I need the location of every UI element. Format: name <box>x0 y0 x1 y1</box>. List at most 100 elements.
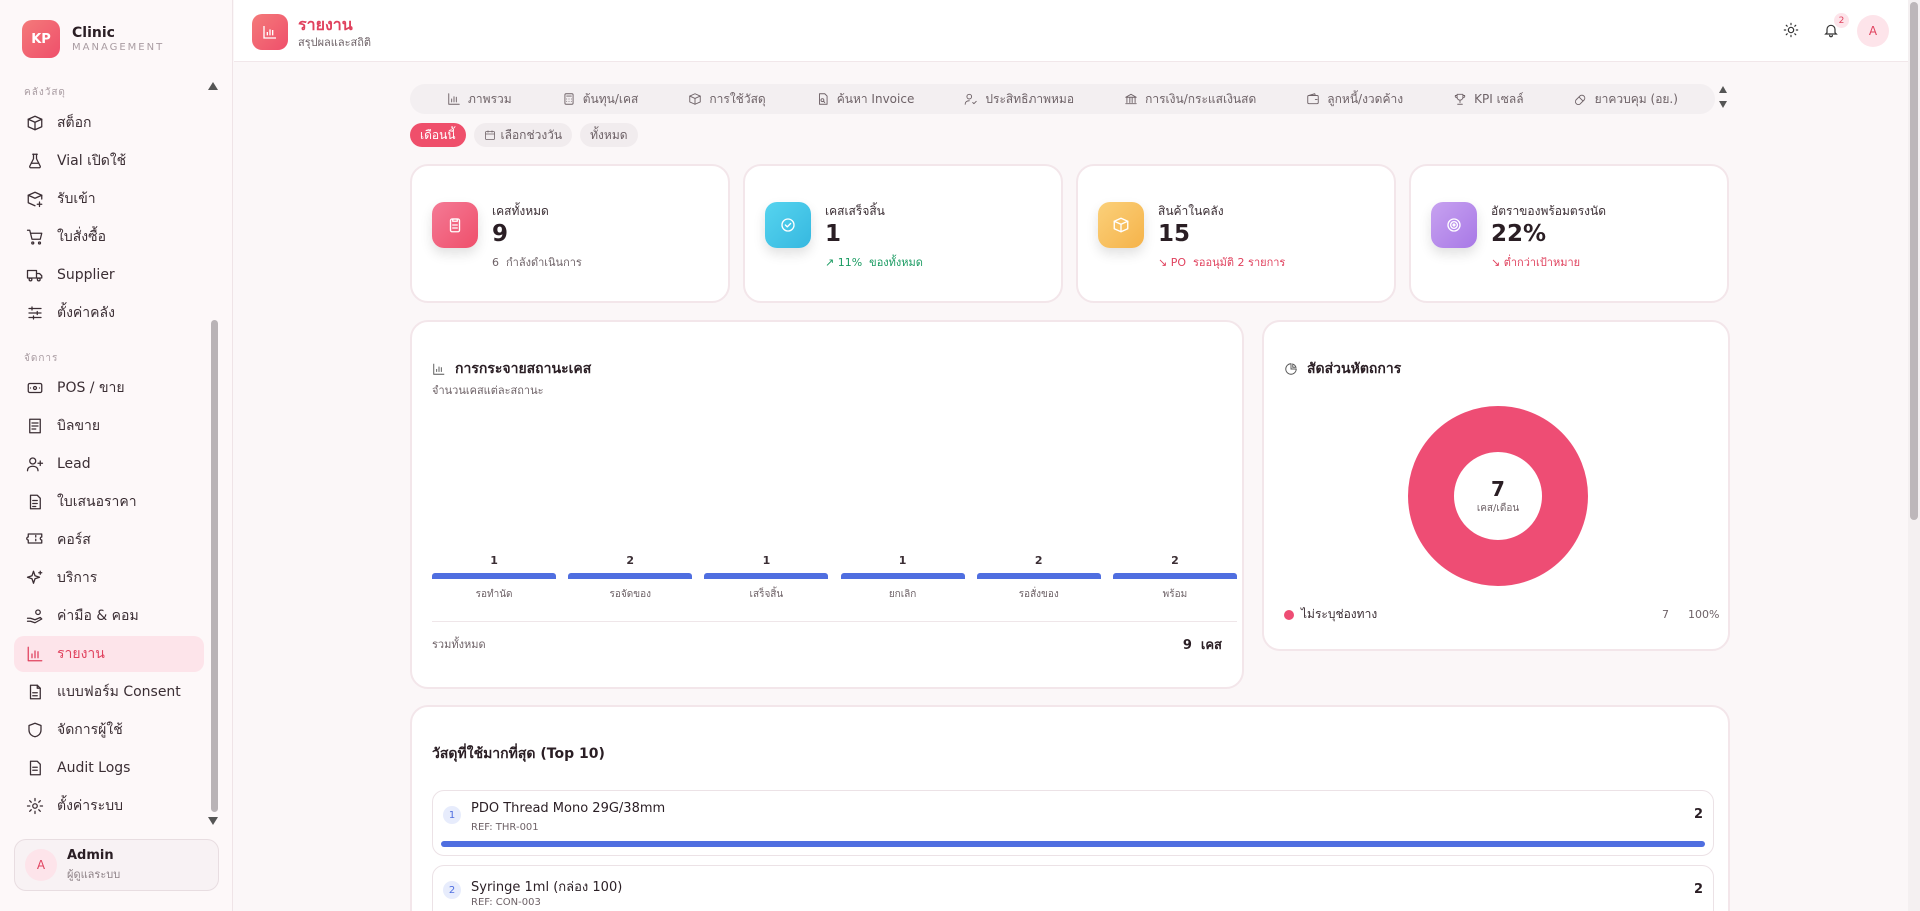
user-name: Admin <box>67 847 114 863</box>
pill-icon <box>1574 94 1585 105</box>
bar-category-label: รอจัดของ <box>609 589 651 600</box>
sun-icon <box>1783 22 1799 38</box>
list-item[interactable]: 2 Syringe 1ml (กล่อง 100) REF: CON-003 2 <box>432 865 1714 911</box>
rank-badge: 1 <box>443 806 461 824</box>
filter-date-range[interactable]: เลือกช่วงวัน <box>473 123 573 147</box>
sidebar-scrollbar[interactable] <box>211 320 218 812</box>
bar-column: 1 รอทำนัด <box>432 554 557 602</box>
sidebar-item-vial[interactable]: Vial เปิดใช้ <box>14 143 204 179</box>
tab-scroll-arrows[interactable] <box>1719 86 1727 108</box>
bar <box>840 573 965 579</box>
sidebar: KP Clinic MANAGEMENT คลังวัสดุ สต็อก Via… <box>0 0 233 911</box>
shield-icon <box>28 722 42 738</box>
tab-label: ค้นหา Invoice <box>836 91 915 106</box>
file-search-icon <box>818 93 828 105</box>
donut-center-value: 7 <box>1491 476 1505 501</box>
page-scrollbar[interactable] <box>1908 0 1920 911</box>
top-materials-card: วัสดุที่ใช้มากที่สุด (Top 10) 1 PDO Thre… <box>410 705 1730 911</box>
bar-category-label: เสร็จสิ้น <box>749 589 784 600</box>
tab-controlled-drugs[interactable]: ยาควบคุม (อย.) <box>1574 90 1678 109</box>
list-item[interactable]: 1 PDO Thread Mono 29G/38mm REF: THR-001 … <box>432 790 1714 856</box>
quote-icon <box>29 494 41 510</box>
sidebar-item-label: คอร์ส <box>57 532 91 548</box>
trend-down-icon: ↘ <box>1158 256 1168 269</box>
sidebar-item-audit-logs[interactable]: Audit Logs <box>14 750 204 786</box>
stat-note-text: กำลังดำเนินการ <box>506 256 582 269</box>
tab-cost-per-case[interactable]: ต้นทุน/เคส <box>562 90 638 109</box>
tab-sales-kpi[interactable]: KPI เซลล์ <box>1453 90 1524 109</box>
tab-overview[interactable]: ภาพรวม <box>447 90 512 109</box>
sidebar-item-consent[interactable]: แบบฟอร์ม Consent <box>14 674 204 710</box>
sliders-icon <box>28 306 42 320</box>
procedure-ratio-title: สัดส่วนหัตถการ <box>1284 358 1401 380</box>
sidebar-item-purchase-order[interactable]: ใบสั่งซื้อ <box>14 219 204 255</box>
bar <box>568 573 693 579</box>
filter-date-range-label: เลือกช่วงวัน <box>500 127 563 142</box>
sidebar-scroll-down-icon[interactable] <box>208 817 218 825</box>
tab-invoice-search[interactable]: ค้นหา Invoice <box>816 90 915 109</box>
stat-label: เคสเสร็จสิ้น <box>825 204 885 218</box>
trophy-icon <box>1454 93 1466 105</box>
calculator-icon <box>564 93 574 105</box>
tab-label: ภาพรวม <box>468 91 512 106</box>
sidebar-item-commission[interactable]: ค่ามือ & คอม <box>14 598 204 634</box>
case-status-title: การกระจายสถานะเคส <box>432 358 591 380</box>
tab-doctor-performance[interactable]: ประสิทธิภาพหมอ <box>964 90 1074 109</box>
sidebar-item-pos[interactable]: POS / ขาย <box>14 370 204 406</box>
bar-value-label: 1 <box>490 554 498 567</box>
sidebar-item-course[interactable]: คอร์ส <box>14 522 204 558</box>
sidebar-item-label: Audit Logs <box>57 760 131 776</box>
sidebar-item-system-settings[interactable]: ตั้งค่าระบบ <box>14 788 204 824</box>
filter-all[interactable]: ทั้งหมด <box>580 123 638 147</box>
sidebar-item-label: รายงาน <box>57 646 105 662</box>
sidebar-item-reports[interactable]: รายงาน <box>14 636 204 672</box>
sidebar-item-quotation[interactable]: ใบเสนอราคา <box>14 484 204 520</box>
status-bar-chart: 1 รอทำนัด 2 รอจัดของ 1 เสร็จสิ้น 1 ยกเลิก 2 รอสั่… <box>432 554 1237 624</box>
tab-label: ประสิทธิภาพหมอ <box>985 91 1075 106</box>
sidebar-item-bills[interactable]: บิลขาย <box>14 408 204 444</box>
sidebar-item-receive[interactable]: รับเข้า <box>14 181 204 217</box>
brand[interactable]: KP Clinic MANAGEMENT <box>22 20 164 58</box>
stat-label: อัตราของพร้อมตรงนัด <box>1491 204 1607 218</box>
flask-icon <box>29 153 41 169</box>
stat-value: 9 <box>492 221 509 247</box>
stat-card-inventory: สินค้าในคลัง 15 ↘ PO รออนุมัติ 2 รายการ <box>1076 164 1396 303</box>
page-scrollbar-thumb[interactable] <box>1910 2 1918 520</box>
sidebar-scroll-up-icon[interactable] <box>208 82 218 90</box>
user-card[interactable]: A Admin ผู้ดูแลระบบ <box>14 839 219 891</box>
stat-note-text: รออนุมัติ 2 รายการ <box>1193 256 1286 269</box>
tab-label: ลูกหนี้/งวดค้าง <box>1327 91 1404 106</box>
user-plus-icon <box>26 457 44 472</box>
sidebar-item-users[interactable]: จัดการผู้ใช้ <box>14 712 204 748</box>
tab-material-usage[interactable]: การใช้วัสดุ <box>688 90 766 109</box>
sidebar-item-label: Vial เปิดใช้ <box>57 153 127 169</box>
sidebar-item-label: ใบสั่งซื้อ <box>57 229 107 245</box>
log-icon <box>29 760 41 776</box>
tab-label: ยาควบคุม (อย.) <box>1594 91 1678 106</box>
notification-badge: 2 <box>1834 13 1849 28</box>
sidebar-item-lead[interactable]: Lead <box>14 446 204 482</box>
stat-note: ↘ ต่ำกว่าเป้าหมาย <box>1491 253 1580 271</box>
bar-category-label: รอทำนัด <box>475 589 513 600</box>
user-check-icon <box>965 93 978 105</box>
notifications-button[interactable]: 2 <box>1819 13 1849 42</box>
clipboard-icon <box>432 202 478 248</box>
tab-finance[interactable]: การเงิน/กระแสเงินสด <box>1124 90 1256 109</box>
stat-card-ready-rate: อัตราของพร้อมตรงนัด 22% ↘ ต่ำกว่าเป้าหมา… <box>1409 164 1729 303</box>
sidebar-item-supplier[interactable]: Supplier <box>14 257 204 293</box>
pos-icon <box>27 382 43 394</box>
donut-legend-item: ไม่ระบุช่องทาง 7 100% <box>1284 605 1719 624</box>
tab-receivables[interactable]: ลูกหนี้/งวดค้าง <box>1306 90 1403 109</box>
bar <box>1112 573 1237 579</box>
header-avatar[interactable]: A <box>1857 15 1889 47</box>
filter-this-month[interactable]: เดือนนี้ <box>410 123 466 147</box>
sidebar-item-warehouse-settings[interactable]: ตั้งค่าคลัง <box>14 295 204 331</box>
tab-scroll-down-icon[interactable] <box>1719 101 1727 108</box>
tab-scroll-up-icon[interactable] <box>1719 86 1727 93</box>
bar-category-label: รอสั่งของ <box>1018 589 1059 600</box>
theme-toggle-button[interactable] <box>1779 18 1803 42</box>
package-plus-icon <box>27 191 43 208</box>
report-tabs: ภาพรวม ต้นทุน/เคส การใช้วัสดุ ค้นหา Invo… <box>410 84 1715 114</box>
sidebar-item-stock[interactable]: สต็อก <box>14 105 204 141</box>
sidebar-item-services[interactable]: บริการ <box>14 560 204 596</box>
